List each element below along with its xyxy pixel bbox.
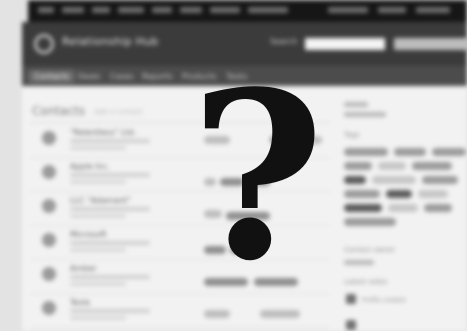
tag-chip[interactable] (432, 148, 466, 156)
tag-chip[interactable] (378, 162, 406, 170)
tag-chip[interactable] (344, 176, 366, 184)
contact-name[interactable]: Tesla (70, 298, 90, 307)
screenshot: Relationship Hub Search Contacts Deals C… (0, 0, 467, 331)
tag-chip[interactable] (344, 204, 382, 212)
tab-deals[interactable]: Deals (72, 70, 106, 83)
tag-chip[interactable] (418, 190, 448, 198)
tag-chip[interactable] (424, 204, 452, 212)
app-logo-icon (34, 34, 54, 54)
tag-chip[interactable] (394, 148, 426, 156)
contact-avatar-icon (42, 267, 56, 281)
contact-detail (70, 282, 126, 286)
menu-item-2[interactable] (62, 7, 84, 13)
tag-chip[interactable] (344, 148, 388, 156)
contact-name[interactable]: Apple Inc. (70, 162, 110, 171)
contact-name[interactable]: LLC "Adamant" (70, 196, 131, 205)
menu-item-5[interactable] (152, 7, 172, 13)
contact-avatar-icon (42, 165, 56, 179)
menu-item-7[interactable] (210, 7, 240, 13)
contact-name[interactable]: "Relentless" Ltd. (70, 128, 136, 137)
app-brand: Relationship Hub (62, 35, 159, 48)
tag-chip[interactable] (422, 176, 458, 184)
tag-chip[interactable] (386, 190, 412, 198)
note-text: Profile created (362, 297, 406, 304)
sidebar-field (344, 260, 374, 265)
contact-detail (70, 207, 150, 211)
contact-name[interactable]: Amber (70, 264, 97, 273)
tag-chip[interactable] (344, 218, 396, 226)
menu-item-9[interactable] (328, 7, 368, 13)
contact-owner-label: Contact owner (344, 246, 396, 254)
note-icon (346, 320, 356, 330)
tab-cases[interactable]: Cases (104, 70, 140, 83)
note-icon (346, 294, 356, 304)
contact-detail (70, 241, 150, 245)
tag-chip[interactable] (388, 204, 418, 212)
contact-detail (70, 309, 150, 313)
tag-chip[interactable] (344, 190, 380, 198)
tab-contacts[interactable]: Contacts (28, 70, 76, 83)
page-title: Contacts (32, 104, 85, 118)
contact-detail (70, 180, 126, 184)
contact-detail (70, 316, 126, 320)
contact-detail (70, 139, 150, 143)
contact-avatar-icon (42, 131, 56, 145)
contact-detail (70, 275, 150, 279)
tag-chip[interactable] (344, 162, 372, 170)
sidebar-field (344, 112, 386, 117)
tab-reports[interactable]: Reports (136, 70, 179, 83)
sidebar-field (344, 102, 368, 107)
contact-detail (70, 214, 126, 218)
menu-item-1[interactable] (38, 7, 54, 13)
tag-chip[interactable] (412, 162, 452, 170)
contact-detail (70, 248, 126, 252)
tag-chip[interactable] (372, 176, 416, 184)
note-item[interactable]: Profile created (346, 294, 459, 304)
contact-detail (70, 146, 126, 150)
tags-label: Tags (344, 131, 360, 139)
note-item[interactable] (346, 320, 459, 330)
menu-item-3[interactable] (92, 7, 110, 13)
menu-item-11[interactable] (416, 7, 450, 13)
question-mark-overlay: ? (190, 42, 325, 312)
contact-avatar-icon (42, 301, 56, 315)
menu-item-6[interactable] (180, 7, 202, 13)
latest-notes-label: Latest notes (344, 278, 388, 286)
menu-item-4[interactable] (118, 7, 144, 13)
menu-item-8[interactable] (248, 7, 288, 13)
contact-avatar-icon (42, 233, 56, 247)
menu-item-10[interactable] (378, 7, 406, 13)
add-contact-link[interactable]: Add a contact (94, 108, 143, 116)
contact-detail (70, 173, 150, 177)
account-field[interactable] (394, 38, 467, 50)
sidebar: Tags Contact owner Latest notes Profile … (338, 100, 467, 331)
menu-bar (28, 0, 467, 22)
contact-avatar-icon (42, 199, 56, 213)
contact-name[interactable]: Microsoft (70, 230, 106, 239)
